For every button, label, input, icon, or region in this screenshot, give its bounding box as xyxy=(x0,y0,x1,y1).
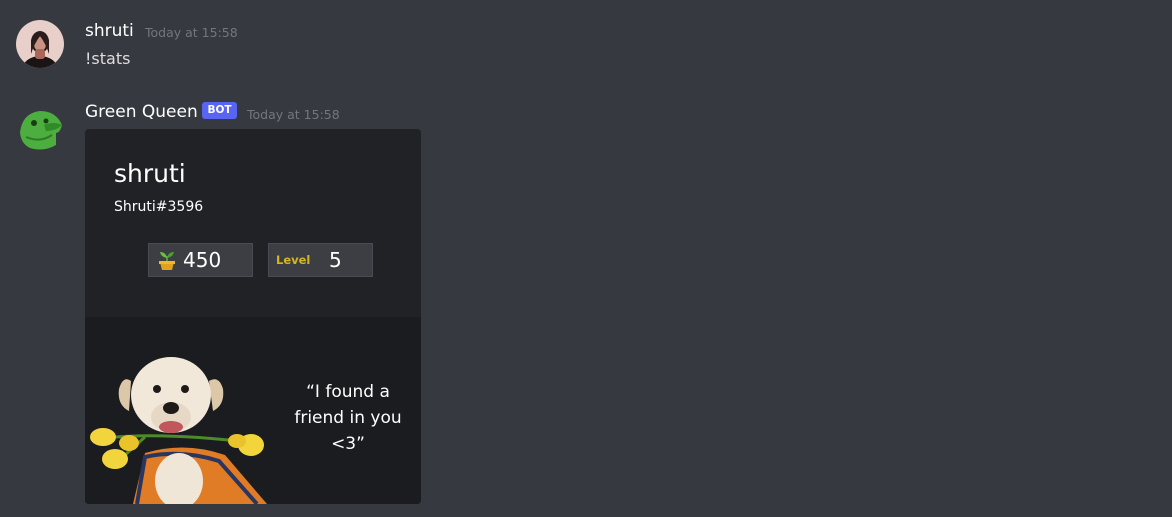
quote-line: friend in you xyxy=(294,408,402,428)
points-box: 450 xyxy=(148,243,253,277)
avatar-green-queen[interactable] xyxy=(16,103,64,151)
avatar-shruti[interactable] xyxy=(16,20,64,68)
quote-text: “I found a friend in you <3” xyxy=(283,379,413,457)
quote-line: <3” xyxy=(331,434,365,454)
username[interactable]: shruti xyxy=(85,21,134,41)
bot-badge: BOT xyxy=(202,102,237,119)
points-value: 450 xyxy=(183,248,222,272)
level-label: Level xyxy=(276,253,311,267)
level-value: 5 xyxy=(329,248,342,272)
message-timestamp: Today at 15:58 xyxy=(145,25,238,40)
puppy-image xyxy=(85,345,275,504)
card-banner: “I found a friend in you <3” xyxy=(85,317,421,504)
message-content: !stats xyxy=(85,49,131,68)
message-timestamp: Today at 15:58 xyxy=(247,107,340,122)
card-user-tag: Shruti#3596 xyxy=(114,199,204,215)
username[interactable]: Green Queen xyxy=(85,102,198,122)
quote-line: “I found a xyxy=(306,382,390,402)
message-shruti: shruti Today at 15:58 !stats xyxy=(0,0,1172,90)
sprout-icon xyxy=(158,251,176,271)
level-box: Level 5 xyxy=(268,243,373,277)
stats-card: shruti Shruti#3596 450 Level 5 “I found … xyxy=(85,129,421,504)
card-display-name: shruti xyxy=(114,159,186,188)
